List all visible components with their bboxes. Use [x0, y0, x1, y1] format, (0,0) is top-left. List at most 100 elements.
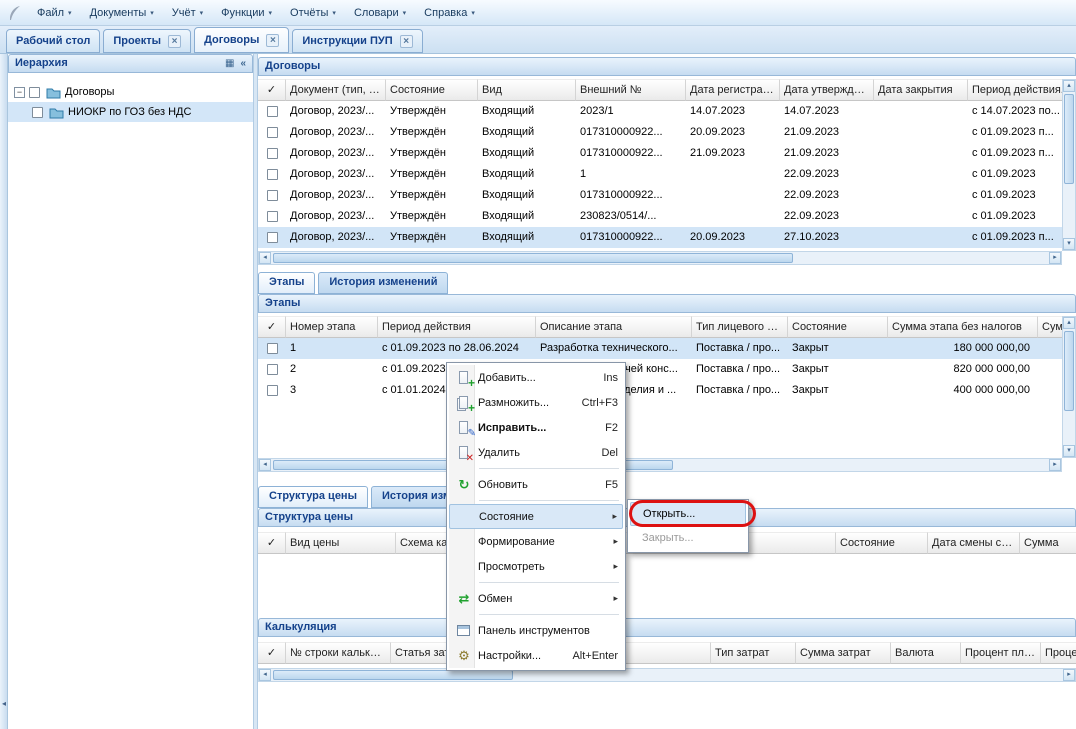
row-checkbox[interactable]	[267, 385, 278, 396]
scroll-down-icon[interactable]: ▾	[1063, 238, 1075, 250]
menu-item-add[interactable]: + Добавить...Ins	[449, 365, 623, 390]
row-checkbox[interactable]	[267, 106, 278, 117]
menu-item-delete[interactable]: ✕ УдалитьDel	[449, 440, 623, 465]
price-col-change-date[interactable]: Дата смены состояния	[928, 532, 1020, 554]
contracts-col-state[interactable]: Состояние	[386, 79, 478, 101]
table-row[interactable]: Договор, 2023/... Утверждён Входящий 202…	[258, 101, 1062, 122]
scroll-thumb[interactable]	[1064, 94, 1074, 184]
stages-col-sum-no-tax[interactable]: Сумма этапа без налогов	[888, 316, 1038, 338]
contracts-col-external-number[interactable]: Внешний №	[576, 79, 686, 101]
tree-checkbox[interactable]	[32, 107, 43, 118]
row-checkbox[interactable]	[267, 364, 278, 375]
collapsed-panel-strip[interactable]: ◂	[0, 54, 8, 729]
table-row[interactable]: Договор, 2023/... Утверждён Входящий 017…	[258, 122, 1062, 143]
menu-item-formation[interactable]: Формирование▸	[449, 529, 623, 554]
tab-stage-history[interactable]: История изменений	[318, 272, 448, 294]
menu-item-exchange[interactable]: ⇄ Обмен▸	[449, 586, 623, 611]
menu-item-state[interactable]: Состояние▸	[449, 504, 623, 529]
table-row[interactable]: Договор, 2023/... Утверждён Входящий 017…	[258, 185, 1062, 206]
price-col-state[interactable]: Состояние	[836, 532, 928, 554]
submenu-item-open[interactable]: Открыть...	[630, 502, 746, 526]
calculation-horizontal-scrollbar[interactable]: ◂ ▸	[258, 668, 1076, 682]
menu-functions[interactable]: Функции▾	[212, 0, 281, 25]
calc-col-cost-sum[interactable]: Сумма затрат	[796, 642, 891, 664]
close-icon[interactable]: ×	[400, 35, 413, 48]
row-checkbox[interactable]	[267, 148, 278, 159]
row-checkbox[interactable]	[267, 190, 278, 201]
menu-file[interactable]: Файл▾	[28, 0, 81, 25]
stages-col-sum[interactable]: Сумма	[1038, 316, 1062, 338]
menu-item-view[interactable]: Просмотреть▸	[449, 554, 623, 579]
scroll-thumb[interactable]	[273, 670, 513, 680]
scroll-left-icon[interactable]: ◂	[259, 459, 271, 471]
scroll-left-icon[interactable]: ◂	[259, 669, 271, 681]
close-icon[interactable]: ×	[168, 35, 181, 48]
close-icon[interactable]: ×	[266, 34, 279, 47]
menu-item-settings[interactable]: ⚙ Настройки...Alt+Enter	[449, 643, 623, 668]
contracts-col-document[interactable]: Документ (тип, №...	[286, 79, 386, 101]
stages-col-account-type[interactable]: Тип лицевого счёта	[692, 316, 788, 338]
scroll-thumb[interactable]	[1064, 331, 1074, 411]
tab-desktop[interactable]: Рабочий стол×	[6, 29, 100, 53]
table-row[interactable]: 3 с 01.01.2024 по ... Изготовление издел…	[258, 380, 1062, 401]
expander-icon[interactable]: −	[14, 87, 25, 98]
tree-checkbox[interactable]	[29, 87, 40, 98]
table-row[interactable]: Договор, 2023/... Утверждён Входящий 230…	[258, 206, 1062, 227]
contracts-col-kind[interactable]: Вид	[478, 79, 576, 101]
row-checkbox[interactable]	[267, 211, 278, 222]
scroll-thumb[interactable]	[273, 253, 793, 263]
tab-price-structure[interactable]: Структура цены	[258, 486, 368, 508]
menu-item-toolbar[interactable]: Панель инструментов	[449, 618, 623, 643]
collapse-arrow-icon[interactable]: ◂	[0, 699, 8, 708]
calc-col-cost-type[interactable]: Тип затрат	[711, 642, 796, 664]
table-row[interactable]: Договор, 2023/... Утверждён Входящий 1 2…	[258, 164, 1062, 185]
scroll-right-icon[interactable]: ▸	[1063, 669, 1075, 681]
calc-col-currency[interactable]: Валюта	[891, 642, 961, 664]
calc-col-percent-fact[interactable]: Процент факт	[1041, 642, 1076, 664]
stages-col-check[interactable]: ✓	[258, 316, 286, 338]
tab-instructions-pup[interactable]: Инструкции ПУП×	[292, 29, 422, 53]
contracts-col-check[interactable]: ✓	[258, 79, 286, 101]
table-row[interactable]: 1 с 01.09.2023 по 28.06.2024 Разработка …	[258, 338, 1062, 359]
scroll-left-icon[interactable]: ◂	[259, 252, 271, 264]
grid-view-icon[interactable]: ▦	[225, 55, 234, 72]
price-col-kind[interactable]: Вид цены	[286, 532, 396, 554]
scroll-right-icon[interactable]: ▸	[1049, 459, 1061, 471]
calc-col-check[interactable]: ✓	[258, 642, 286, 664]
table-row[interactable]: Договор, 2023/... Утверждён Входящий 017…	[258, 227, 1062, 248]
stages-vertical-scrollbar[interactable]: ▴ ▾	[1062, 316, 1076, 458]
contracts-horizontal-scrollbar[interactable]: ◂ ▸	[258, 251, 1062, 265]
contracts-col-period[interactable]: Период действия...	[968, 79, 1062, 101]
contracts-col-close-date[interactable]: Дата закрытия	[874, 79, 968, 101]
price-col-sum[interactable]: Сумма	[1020, 532, 1076, 554]
menu-item-refresh[interactable]: ↻ ОбновитьF5	[449, 472, 623, 497]
row-checkbox[interactable]	[267, 169, 278, 180]
stages-col-number[interactable]: Номер этапа	[286, 316, 378, 338]
menu-help[interactable]: Справка▾	[415, 0, 484, 25]
menu-dictionaries[interactable]: Словари▾	[345, 0, 415, 25]
calc-col-percent-plan[interactable]: Процент план	[961, 642, 1041, 664]
scroll-up-icon[interactable]: ▴	[1063, 317, 1075, 329]
row-checkbox[interactable]	[267, 127, 278, 138]
menu-item-edit[interactable]: ✎ Исправить...F2	[449, 415, 623, 440]
tab-stages[interactable]: Этапы	[258, 272, 315, 294]
stages-horizontal-scrollbar[interactable]: ◂ ▸	[258, 458, 1062, 472]
collapse-panel-icon[interactable]: «	[240, 55, 246, 72]
stages-col-description[interactable]: Описание этапа	[536, 316, 692, 338]
menu-item-duplicate[interactable]: + Размножить...Ctrl+F3	[449, 390, 623, 415]
price-col-check[interactable]: ✓	[258, 532, 286, 554]
row-checkbox[interactable]	[267, 343, 278, 354]
tab-contracts[interactable]: Договоры×	[194, 27, 289, 53]
menu-documents[interactable]: Документы▾	[81, 0, 163, 25]
contracts-vertical-scrollbar[interactable]: ▴ ▾	[1062, 79, 1076, 251]
table-row[interactable]: 2 с 01.09.2023 по ... Выполнение прочей …	[258, 359, 1062, 380]
scroll-up-icon[interactable]: ▴	[1063, 80, 1075, 92]
stages-col-period[interactable]: Период действия	[378, 316, 536, 338]
table-row[interactable]: Договор, 2023/... Утверждён Входящий 017…	[258, 143, 1062, 164]
tree-item-niokr[interactable]: НИОКР по ГОЗ без НДС	[8, 102, 253, 122]
stages-col-state[interactable]: Состояние	[788, 316, 888, 338]
contracts-col-reg-date[interactable]: Дата регистрации	[686, 79, 780, 101]
tab-projects[interactable]: Проекты×	[103, 29, 191, 53]
tree-item-contracts[interactable]: − Договоры	[8, 82, 253, 102]
menu-reports[interactable]: Отчёты▾	[281, 0, 345, 25]
